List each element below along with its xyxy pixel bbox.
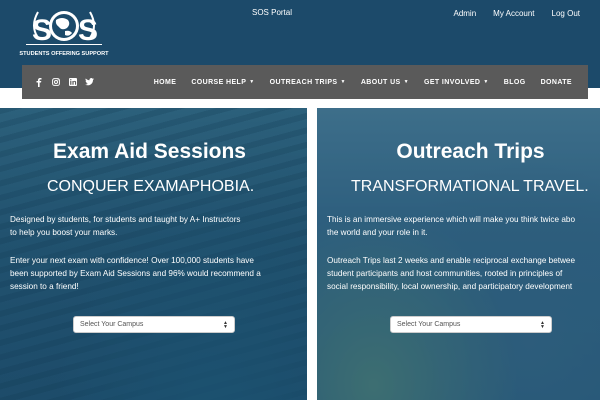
main-navbar: HOME COURSE HELP ▼ OUTREACH TRIPS ▼ ABOUT … [22, 65, 588, 99]
nav-home-label: HOME [153, 78, 177, 86]
logout-link[interactable]: Log Out [552, 9, 580, 18]
nav-blog[interactable]: BLOG [504, 79, 526, 86]
nav-get-involved-label: GET INVOLVED [423, 78, 481, 86]
nav-about-us-label: ABOUT US [360, 78, 401, 86]
caret-down-icon: ▼ [483, 79, 489, 85]
select-value: Select Your Campus [397, 321, 461, 328]
text-line: to help you boost your marks. [10, 228, 118, 237]
text-line: session to a friend! [10, 282, 79, 291]
text-line: Enter your next exam with confidence! Ov… [10, 256, 254, 265]
exam-aid-tagline: CONQUER EXAMAPHOBIA. [47, 178, 255, 195]
nav-course-help[interactable]: COURSE HELP ▼ [191, 79, 254, 86]
outreach-trips-title: Outreach Trips [396, 140, 545, 163]
svg-text:S: S [32, 14, 52, 47]
text-line: This is an immersive experience which wi… [327, 215, 575, 224]
nav-get-involved[interactable]: GET INVOLVED ▼ [424, 79, 489, 86]
instagram-icon[interactable] [51, 78, 60, 87]
linkedin-icon[interactable] [68, 78, 77, 87]
nav-outreach-trips-label: OUTREACH TRIPS [269, 78, 338, 86]
outreach-intro: This is an immersive experience which wi… [327, 213, 575, 239]
twitter-icon[interactable] [85, 78, 94, 87]
text-line: Outreach Trips last 2 weeks and enable r… [327, 256, 576, 265]
text-line: student participants and host communitie… [327, 269, 563, 278]
my-account-link[interactable]: My Account [493, 9, 534, 18]
caret-down-icon: ▼ [249, 79, 255, 85]
outreach-trips-panel: Outreach Trips TRANSFORMATIONAL TRAVEL. … [317, 108, 600, 400]
nav-course-help-label: COURSE HELP [191, 78, 247, 86]
outreach-campus-select[interactable]: Select Your Campus ▲ ▼ [390, 316, 552, 333]
exam-aid-intro: Designed by students, for students and t… [10, 213, 241, 239]
select-arrows-icon: ▲ ▼ [540, 319, 545, 330]
nav-donate-label: DONATE [540, 78, 572, 86]
svg-text:STUDENTS OFFERING SUPPORT: STUDENTS OFFERING SUPPORT [19, 51, 109, 57]
nav-menu: HOME COURSE HELP ▼ OUTREACH TRIPS ▼ ABOUT … [154, 79, 572, 86]
admin-link[interactable]: Admin [453, 9, 476, 18]
exam-campus-select[interactable]: Select Your Campus ▲ ▼ [73, 316, 235, 333]
nav-donate[interactable]: DONATE [541, 79, 572, 86]
nav-home[interactable]: HOME [154, 79, 177, 86]
nav-outreach-trips[interactable]: OUTREACH TRIPS ▼ [270, 79, 346, 86]
text-line: social responsibility, local ownership, … [327, 282, 573, 291]
svg-text:S: S [78, 14, 98, 47]
facebook-icon[interactable] [34, 77, 43, 87]
account-links: Admin My Account Log Out [453, 9, 580, 18]
caret-down-icon: ▼ [403, 79, 409, 85]
nav-about-us[interactable]: ABOUT US ▼ [361, 79, 409, 86]
select-arrows-icon: ▲ ▼ [223, 319, 228, 330]
caret-down-icon: ▼ [340, 79, 346, 85]
exam-aid-description: Enter your next exam with confidence! Ov… [10, 254, 261, 293]
social-links [34, 77, 94, 87]
text-line: the world and your role in it. [327, 228, 428, 237]
select-value: Select Your Campus [80, 321, 144, 328]
outreach-trips-tagline: TRANSFORMATIONAL TRAVEL. [351, 178, 589, 195]
exam-aid-title: Exam Aid Sessions [53, 140, 246, 163]
text-line: Designed by students, for students and t… [10, 215, 241, 224]
text-line: been supported by Exam Aid Sessions and … [10, 269, 261, 278]
exam-aid-panel: Exam Aid Sessions CONQUER EXAMAPHOBIA. D… [0, 108, 307, 400]
outreach-description: Outreach Trips last 2 weeks and enable r… [327, 254, 575, 293]
nav-blog-label: BLOG [503, 78, 526, 86]
